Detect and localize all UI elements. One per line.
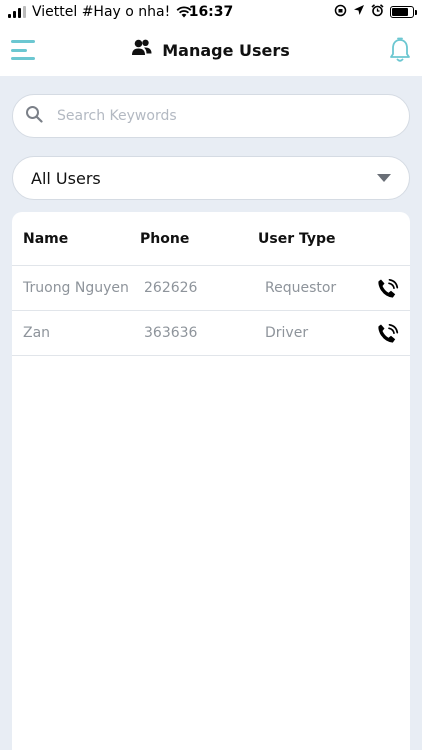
alarm-icon: [371, 3, 384, 21]
wifi-icon: [176, 6, 192, 18]
column-header-user-type: User Type: [258, 230, 336, 247]
phone-call-icon[interactable]: [376, 322, 400, 346]
user-name: Truong Nguyen: [23, 280, 129, 296]
page-title: Manage Users: [132, 39, 290, 61]
carrier-name: Viettel #Hay o nha!: [32, 4, 171, 20]
table-row[interactable]: Zan 363636 Driver: [12, 311, 410, 356]
location-icon: [353, 4, 365, 20]
user-phone: 363636: [144, 325, 198, 341]
app-header: Manage Users: [0, 24, 422, 76]
column-header-phone: Phone: [140, 230, 190, 247]
dropdown-selected-value: All Users: [31, 168, 101, 188]
bell-icon[interactable]: [388, 37, 412, 63]
status-bar: Viettel #Hay o nha! 16:37: [0, 0, 422, 24]
battery-icon: [390, 6, 417, 18]
table-header: Name Phone User Type: [12, 212, 410, 266]
users-table: Name Phone User Type Truong Nguyen 26262…: [12, 212, 410, 750]
user-type-dropdown[interactable]: All Users: [12, 156, 410, 200]
user-type: Requestor: [265, 280, 337, 296]
user-phone: 262626: [144, 280, 198, 296]
search-input[interactable]: [57, 108, 377, 124]
table-row[interactable]: Truong Nguyen 262626 Requestor: [12, 266, 410, 311]
chevron-down-icon: [377, 174, 391, 182]
rotation-lock-icon: [334, 4, 347, 21]
page-title-text: Manage Users: [162, 40, 290, 60]
phone-call-icon[interactable]: [376, 277, 400, 301]
hamburger-menu-icon[interactable]: [11, 38, 35, 62]
search-bar[interactable]: [12, 94, 410, 138]
search-icon: [25, 105, 43, 127]
signal-icon: [8, 6, 26, 18]
user-name: Zan: [23, 325, 51, 341]
users-icon: [132, 39, 152, 61]
user-type: Driver: [265, 325, 309, 341]
column-header-name: Name: [23, 230, 69, 247]
